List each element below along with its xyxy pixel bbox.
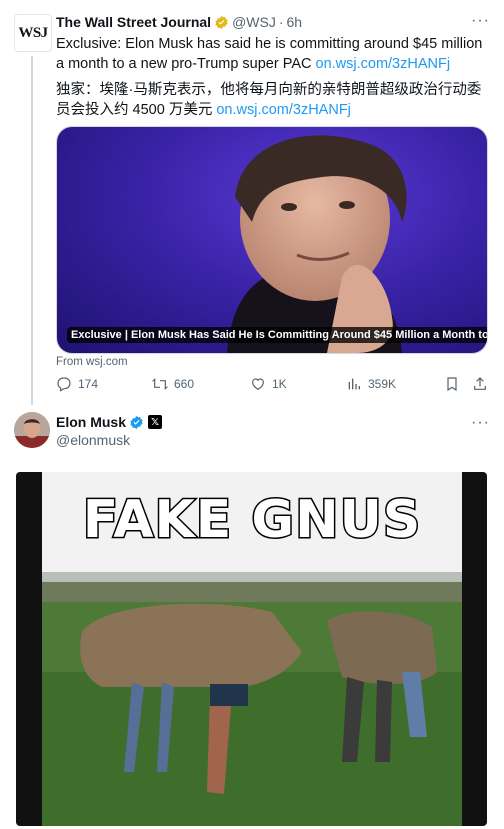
author-name[interactable]: The Wall Street Journal <box>56 14 211 30</box>
thread-line <box>31 56 33 405</box>
like-count: 1K <box>272 377 287 391</box>
reply-icon <box>57 377 71 392</box>
author-handle[interactable]: @WSJ <box>232 14 276 30</box>
reply-button[interactable]: 174 <box>56 376 98 392</box>
more-icon[interactable]: ··· <box>471 12 490 30</box>
meme-image: FAKE GNUS <box>42 472 462 826</box>
reply-count: 174 <box>78 377 99 391</box>
separator-dot: · <box>278 14 284 30</box>
views-count: 359K <box>368 377 397 391</box>
heart-icon <box>252 378 264 391</box>
repost-icon <box>152 378 168 390</box>
repost-button[interactable]: 660 <box>152 376 194 392</box>
elon-avatar[interactable] <box>14 412 50 448</box>
views-icon <box>348 378 360 390</box>
verified-gold-icon <box>215 15 228 29</box>
tweet-elon-header: Elon Musk 𝕏 @elonmusk ··· <box>56 414 490 448</box>
card-source[interactable]: From wsj.com <box>56 356 128 368</box>
tweet-link[interactable]: on.wsj.com/3zHANFj <box>316 56 451 72</box>
meme-caption: FAKE GNUS <box>81 489 422 552</box>
x-affiliate-icon: 𝕏 <box>148 415 163 429</box>
bookmark-button[interactable] <box>444 376 466 392</box>
author-handle[interactable]: @elonmusk <box>56 432 490 448</box>
tweet-translation: 独家：埃隆·马斯克表示，他将每月向新的亲特朗普超级政治行动委员会投入约 4500… <box>56 80 490 120</box>
tweet-wsj[interactable]: The Wall Street Journal @WSJ · 6h ··· Ex… <box>56 12 490 120</box>
verified-blue-icon <box>130 415 143 429</box>
link-card[interactable]: Exclusive | Elon Musk Has Said He Is Com… <box>56 126 488 354</box>
tweet-header: The Wall Street Journal @WSJ · 6h <box>56 12 490 32</box>
share-icon <box>474 377 486 390</box>
like-button[interactable]: 1K <box>250 376 287 392</box>
portrait-illustration <box>227 135 407 353</box>
card-caption: Exclusive | Elon Musk Has Said He Is Com… <box>67 327 487 343</box>
share-button[interactable] <box>472 376 494 392</box>
bookmark-icon <box>447 377 457 392</box>
tweet-text: Exclusive: Elon Musk has said he is comm… <box>56 34 490 74</box>
avatar-illustration <box>14 412 50 448</box>
views-button[interactable]: 359K <box>346 376 396 392</box>
wsj-avatar[interactable]: WSJ <box>14 14 52 52</box>
tweet-actions: 174 660 1K 359K <box>56 376 490 398</box>
tweet-media[interactable]: FAKE GNUS <box>16 472 487 826</box>
wsj-avatar-text: WSJ <box>18 24 48 41</box>
translation-link[interactable]: on.wsj.com/3zHANFj <box>216 102 351 118</box>
author-name[interactable]: Elon Musk <box>56 414 126 430</box>
more-icon[interactable]: ··· <box>471 414 490 432</box>
tweet-time[interactable]: 6h <box>287 14 303 30</box>
repost-count: 660 <box>174 377 195 391</box>
